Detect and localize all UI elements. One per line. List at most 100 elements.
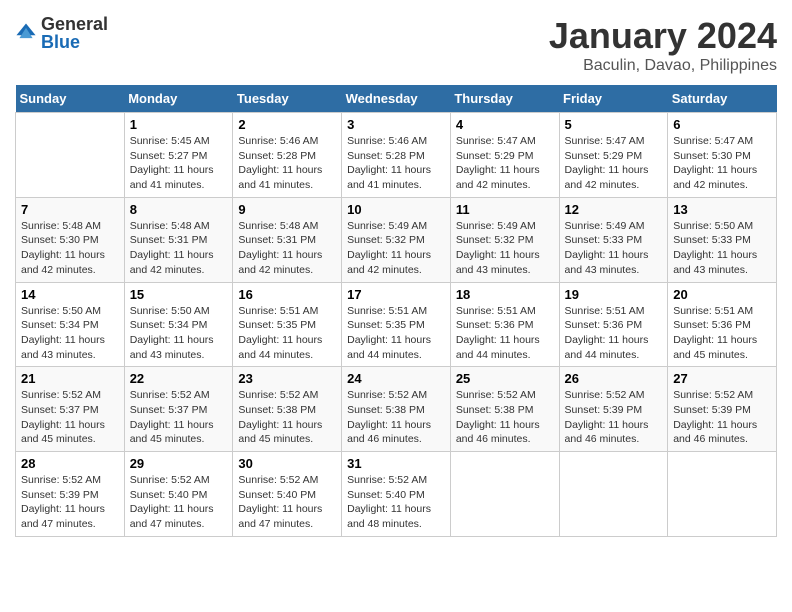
calendar-cell: 10Sunrise: 5:49 AMSunset: 5:32 PMDayligh… <box>342 197 451 282</box>
day-number: 2 <box>238 117 336 132</box>
day-number: 6 <box>673 117 771 132</box>
day-number: 24 <box>347 371 445 386</box>
day-info: Sunrise: 5:46 AMSunset: 5:28 PMDaylight:… <box>347 134 445 193</box>
day-info: Sunrise: 5:51 AMSunset: 5:35 PMDaylight:… <box>347 304 445 363</box>
weekday-header-monday: Monday <box>124 85 233 113</box>
calendar-cell: 13Sunrise: 5:50 AMSunset: 5:33 PMDayligh… <box>668 197 777 282</box>
calendar-cell: 11 Sunrise: 5:49 AMSunset: 5:32 PMDayligh… <box>450 197 559 282</box>
day-number: 19 <box>565 287 663 302</box>
day-info: Sunrise: 5:52 AMSunset: 5:39 PMDaylight:… <box>673 388 771 447</box>
calendar-cell: 19 Sunrise: 5:51 AMSunset: 5:36 PMDayligh… <box>559 282 668 367</box>
calendar-cell: 8 Sunrise: 5:48 AMSunset: 5:31 PMDaylight… <box>124 197 233 282</box>
day-info: Sunrise: 5:45 AMSunset: 5:27 PMDaylight:… <box>130 134 228 193</box>
calendar-cell: 1 Sunrise: 5:45 AMSunset: 5:27 PMDaylight… <box>124 113 233 198</box>
calendar-table: SundayMondayTuesdayWednesdayThursdayFrid… <box>15 85 777 537</box>
calendar-cell <box>668 452 777 537</box>
calendar-cell: 5 Sunrise: 5:47 AMSunset: 5:29 PMDaylight… <box>559 113 668 198</box>
day-number: 13 <box>673 202 771 217</box>
calendar-week-row: 1 Sunrise: 5:45 AMSunset: 5:27 PMDaylight… <box>16 113 777 198</box>
day-info: Sunrise: 5:48 AMSunset: 5:31 PMDaylight:… <box>238 219 336 278</box>
day-number: 25 <box>456 371 554 386</box>
calendar-cell: 25 Sunrise: 5:52 AMSunset: 5:38 PMDayligh… <box>450 367 559 452</box>
day-number: 4 <box>456 117 554 132</box>
day-number: 21 <box>21 371 119 386</box>
day-info: Sunrise: 5:49 AMSunset: 5:32 PMDaylight:… <box>456 219 554 278</box>
day-info: Sunrise: 5:50 AMSunset: 5:34 PMDaylight:… <box>130 304 228 363</box>
calendar-cell: 26 Sunrise: 5:52 AMSunset: 5:39 PMDayligh… <box>559 367 668 452</box>
day-info: Sunrise: 5:52 AMSunset: 5:37 PMDaylight:… <box>130 388 228 447</box>
day-number: 17 <box>347 287 445 302</box>
day-info: Sunrise: 5:52 AMSunset: 5:40 PMDaylight:… <box>347 473 445 532</box>
day-info: Sunrise: 5:52 AMSunset: 5:38 PMDaylight:… <box>456 388 554 447</box>
day-number: 27 <box>673 371 771 386</box>
day-number: 8 <box>130 202 228 217</box>
calendar-cell: 2Sunrise: 5:46 AMSunset: 5:28 PMDaylight… <box>233 113 342 198</box>
day-info: Sunrise: 5:51 AMSunset: 5:36 PMDaylight:… <box>565 304 663 363</box>
calendar-cell: 3 Sunrise: 5:46 AMSunset: 5:28 PMDaylight… <box>342 113 451 198</box>
calendar-cell: 4Sunrise: 5:47 AMSunset: 5:29 PMDaylight… <box>450 113 559 198</box>
calendar-cell: 20Sunrise: 5:51 AMSunset: 5:36 PMDayligh… <box>668 282 777 367</box>
day-number: 29 <box>130 456 228 471</box>
calendar-cell: 27 Sunrise: 5:52 AMSunset: 5:39 PMDayligh… <box>668 367 777 452</box>
day-info: Sunrise: 5:50 AMSunset: 5:34 PMDaylight:… <box>21 304 119 363</box>
calendar-cell: 18 Sunrise: 5:51 AMSunset: 5:36 PMDayligh… <box>450 282 559 367</box>
calendar-week-row: 7 Sunrise: 5:48 AMSunset: 5:30 PMDaylight… <box>16 197 777 282</box>
calendar-cell: 17 Sunrise: 5:51 AMSunset: 5:35 PMDayligh… <box>342 282 451 367</box>
day-number: 15 <box>130 287 228 302</box>
calendar-cell: 22 Sunrise: 5:52 AMSunset: 5:37 PMDayligh… <box>124 367 233 452</box>
day-info: Sunrise: 5:51 AMSunset: 5:36 PMDaylight:… <box>673 304 771 363</box>
day-info: Sunrise: 5:47 AMSunset: 5:30 PMDaylight:… <box>673 134 771 193</box>
day-info: Sunrise: 5:51 AMSunset: 5:35 PMDaylight:… <box>238 304 336 363</box>
page-header: General Blue January 2024 Baculin, Davao… <box>15 15 777 75</box>
day-info: Sunrise: 5:52 AMSunset: 5:40 PMDaylight:… <box>130 473 228 532</box>
weekday-header-tuesday: Tuesday <box>233 85 342 113</box>
weekday-header-row: SundayMondayTuesdayWednesdayThursdayFrid… <box>16 85 777 113</box>
day-info: Sunrise: 5:51 AMSunset: 5:36 PMDaylight:… <box>456 304 554 363</box>
day-number: 28 <box>21 456 119 471</box>
day-info: Sunrise: 5:52 AMSunset: 5:39 PMDaylight:… <box>565 388 663 447</box>
calendar-cell: 7 Sunrise: 5:48 AMSunset: 5:30 PMDaylight… <box>16 197 125 282</box>
month-title: January 2024 <box>549 15 777 57</box>
day-info: Sunrise: 5:48 AMSunset: 5:31 PMDaylight:… <box>130 219 228 278</box>
day-number: 23 <box>238 371 336 386</box>
calendar-cell: 28 Sunrise: 5:52 AMSunset: 5:39 PMDayligh… <box>16 452 125 537</box>
calendar-cell: 12Sunrise: 5:49 AMSunset: 5:33 PMDayligh… <box>559 197 668 282</box>
day-info: Sunrise: 5:52 AMSunset: 5:38 PMDaylight:… <box>238 388 336 447</box>
calendar-cell: 21 Sunrise: 5:52 AMSunset: 5:37 PMDayligh… <box>16 367 125 452</box>
day-info: Sunrise: 5:52 AMSunset: 5:37 PMDaylight:… <box>21 388 119 447</box>
day-number: 14 <box>21 287 119 302</box>
calendar-cell: 29 Sunrise: 5:52 AMSunset: 5:40 PMDayligh… <box>124 452 233 537</box>
day-info: Sunrise: 5:49 AMSunset: 5:33 PMDaylight:… <box>565 219 663 278</box>
day-number: 30 <box>238 456 336 471</box>
day-info: Sunrise: 5:48 AMSunset: 5:30 PMDaylight:… <box>21 219 119 278</box>
day-number: 3 <box>347 117 445 132</box>
calendar-cell: 23 Sunrise: 5:52 AMSunset: 5:38 PMDayligh… <box>233 367 342 452</box>
day-number: 16 <box>238 287 336 302</box>
day-number: 1 <box>130 117 228 132</box>
weekday-header-wednesday: Wednesday <box>342 85 451 113</box>
calendar-cell: 9 Sunrise: 5:48 AMSunset: 5:31 PMDaylight… <box>233 197 342 282</box>
weekday-header-sunday: Sunday <box>16 85 125 113</box>
day-number: 31 <box>347 456 445 471</box>
day-info: Sunrise: 5:52 AMSunset: 5:38 PMDaylight:… <box>347 388 445 447</box>
calendar-cell <box>559 452 668 537</box>
calendar-week-row: 21 Sunrise: 5:52 AMSunset: 5:37 PMDayligh… <box>16 367 777 452</box>
calendar-cell: 6 Sunrise: 5:47 AMSunset: 5:30 PMDaylight… <box>668 113 777 198</box>
day-number: 5 <box>565 117 663 132</box>
day-number: 7 <box>21 202 119 217</box>
calendar-cell: 24 Sunrise: 5:52 AMSunset: 5:38 PMDayligh… <box>342 367 451 452</box>
day-info: Sunrise: 5:47 AMSunset: 5:29 PMDaylight:… <box>565 134 663 193</box>
weekday-header-saturday: Saturday <box>668 85 777 113</box>
day-number: 22 <box>130 371 228 386</box>
calendar-cell: 30Sunrise: 5:52 AMSunset: 5:40 PMDayligh… <box>233 452 342 537</box>
calendar-cell <box>450 452 559 537</box>
location-text: Baculin, Davao, Philippines <box>549 57 777 75</box>
day-number: 26 <box>565 371 663 386</box>
title-area: January 2024 Baculin, Davao, Philippines <box>549 15 777 75</box>
weekday-header-friday: Friday <box>559 85 668 113</box>
day-info: Sunrise: 5:52 AMSunset: 5:39 PMDaylight:… <box>21 473 119 532</box>
day-number: 18 <box>456 287 554 302</box>
day-number: 11 <box>456 202 554 217</box>
day-number: 9 <box>238 202 336 217</box>
logo-icon <box>15 22 37 44</box>
